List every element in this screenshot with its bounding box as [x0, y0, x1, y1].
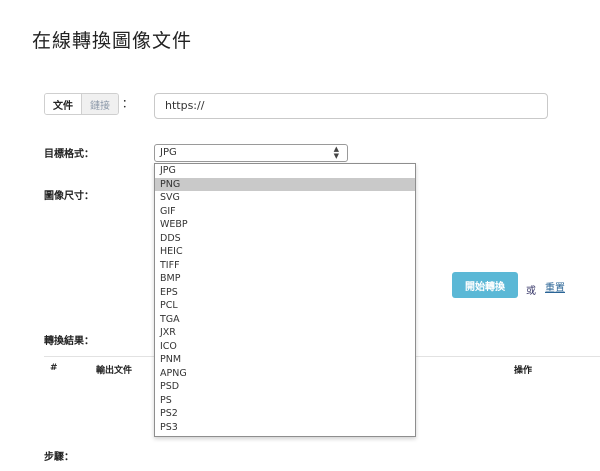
select-arrows-icon: ▲ ▼ — [333, 145, 339, 160]
link-tab[interactable]: 鏈接 — [82, 94, 118, 114]
or-text: 或 — [526, 286, 536, 297]
steps-label: 步驟： — [44, 452, 74, 463]
format-option-ps2[interactable]: PS2 — [155, 407, 415, 421]
reset-link[interactable]: 重置 — [545, 279, 565, 294]
format-option-webp[interactable]: WEBP — [155, 218, 415, 232]
format-option-jpg[interactable]: JPG — [155, 164, 415, 178]
page-title: 在線轉換圖像文件 — [32, 30, 193, 52]
format-option-jxr[interactable]: JXR — [155, 326, 415, 340]
column-actions: 操作 — [514, 366, 533, 376]
column-output-file: 輸出文件 — [96, 366, 133, 376]
format-option-pcl[interactable]: PCL — [155, 299, 415, 313]
format-option-pnm[interactable]: PNM — [155, 353, 415, 367]
format-select-value: JPG — [160, 147, 177, 158]
format-option-ico[interactable]: ICO — [155, 340, 415, 354]
source-toggle: 文件 鏈接 — [44, 93, 119, 115]
toggle-colon: ： — [122, 97, 133, 110]
format-option-eps[interactable]: EPS — [155, 286, 415, 300]
format-option-svg[interactable]: SVG — [155, 191, 415, 205]
url-input[interactable]: https:// — [154, 93, 548, 119]
format-option-tiff[interactable]: TIFF — [155, 259, 415, 273]
image-size-label: 圖像尺寸： — [44, 191, 94, 202]
format-option-tga[interactable]: TGA — [155, 313, 415, 327]
format-option-heic[interactable]: HEIC — [155, 245, 415, 259]
convert-button[interactable]: 開始轉換 — [452, 272, 518, 298]
file-tab[interactable]: 文件 — [45, 94, 82, 114]
format-option-gif[interactable]: GIF — [155, 205, 415, 219]
format-option-dds[interactable]: DDS — [155, 232, 415, 246]
format-option-apng[interactable]: APNG — [155, 367, 415, 381]
format-dropdown-list: JPG PNG SVG GIF WEBP DDS HEIC TIFF BMP EPS PCL TGA J… — [154, 163, 416, 437]
format-option-psd[interactable]: PSD — [155, 380, 415, 394]
format-select[interactable]: JPG ▲ ▼ — [154, 144, 348, 162]
target-format-label: 目標格式： — [44, 149, 94, 160]
format-option-ps3[interactable]: PS3 — [155, 421, 415, 435]
format-option-png[interactable]: PNG — [155, 177, 415, 191]
results-label: 轉換結果： — [44, 336, 94, 347]
column-index: # — [50, 363, 58, 373]
format-option-ps[interactable]: PS — [155, 394, 415, 408]
format-option-bmp[interactable]: BMP — [155, 272, 415, 286]
